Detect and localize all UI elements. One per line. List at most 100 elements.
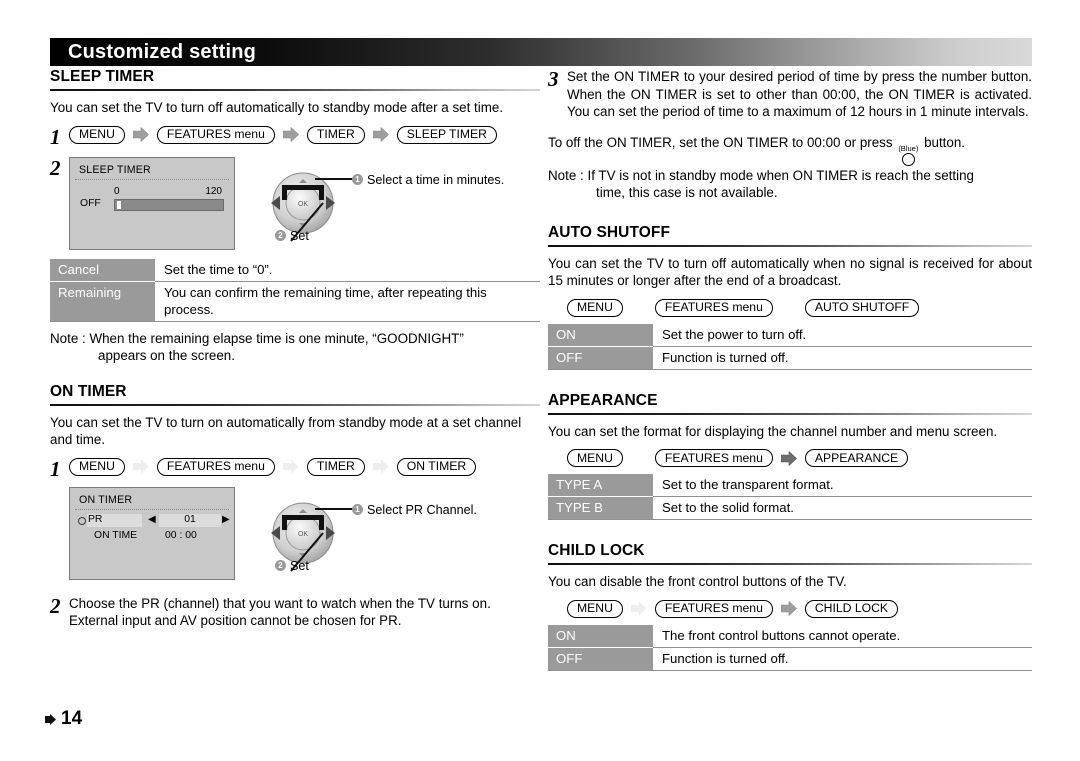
button-menu[interactable]: MENU — [567, 298, 623, 317]
button-features-menu[interactable]: FEATURES menu — [654, 298, 773, 317]
button-features-menu[interactable]: FEATURES menu — [156, 125, 275, 144]
circle-icon — [901, 152, 915, 166]
button-menu[interactable]: MENU — [69, 457, 125, 476]
osd-on-time-value[interactable]: 00 : 00 — [165, 530, 197, 541]
on-timer-intro: You can set the TV to turn on automatica… — [50, 414, 522, 448]
osd-sleep-timer: SLEEP TIMER 0 120 OFF — [69, 156, 235, 250]
callout-text: Select a time in minutes. — [367, 172, 505, 187]
off-instruction-text: To off the ON TIMER, set the ON TIMER to… — [548, 134, 893, 150]
callout-bullet-1: 1 — [352, 504, 363, 515]
manual-page: Customized setting SLEEP TIMER You can s… — [0, 0, 1080, 761]
step-3-text: Set the ON TIMER to your desired period … — [567, 69, 1032, 119]
table-row: Remaining You can confirm the remaining … — [50, 281, 540, 322]
osd-slider-knob[interactable] — [117, 200, 121, 209]
option-key: OFF — [548, 346, 653, 370]
table-row: OFF Function is turned off. — [548, 647, 1032, 671]
sleep-timer-note: Note : When the remaining elapse time is… — [50, 330, 540, 365]
on-timer-step-1: 1 MENU FEATURES menu TIMER ON TIMER — [50, 456, 540, 481]
child-lock-intro: You can disable the front control button… — [548, 574, 847, 589]
right-arrow-icon[interactable]: ▶ — [222, 514, 230, 525]
osd-slider-track[interactable] — [114, 198, 224, 211]
right-arrow-icon — [372, 127, 389, 142]
step-number: 2 — [50, 593, 61, 618]
section-rule — [50, 89, 540, 91]
button-appearance[interactable]: APPEARANCE — [804, 449, 909, 467]
callout-bullet-2: 2 — [275, 560, 286, 571]
table-row: Cancel Set the time to “0”. — [50, 258, 540, 282]
right-arrow-icon — [372, 459, 389, 474]
osd-off-label: OFF — [80, 197, 101, 209]
page-banner: Customized setting — [50, 38, 1032, 66]
option-key: TYPE A — [548, 474, 653, 497]
callout-text: Set — [290, 558, 309, 573]
right-arrow-icon — [630, 601, 647, 616]
section-rule — [50, 403, 540, 406]
left-arrow-icon[interactable]: ◀ — [148, 514, 156, 525]
section-rule — [548, 563, 1032, 565]
button-features-menu[interactable]: FEATURES menu — [156, 457, 275, 476]
button-timer[interactable]: TIMER — [306, 457, 365, 476]
right-arrow-icon — [45, 713, 56, 725]
button-features-menu[interactable]: FEATURES menu — [654, 599, 773, 618]
button-sleep-timer[interactable]: SLEEP TIMER — [396, 125, 497, 144]
step-number: 2 — [50, 155, 61, 180]
right-arrow-icon — [282, 459, 299, 474]
right-column: 3 Set the ON TIMER to your desired perio… — [548, 68, 1032, 671]
step-number-spacer — [50, 487, 69, 488]
osd-title: SLEEP TIMER — [79, 163, 151, 176]
option-value: Set the power to turn off. — [653, 323, 1032, 347]
step-number: 1 — [50, 456, 61, 481]
right-arrow-icon — [132, 127, 149, 142]
step-number: 3 — [548, 67, 559, 91]
osd-scale-min: 0 — [114, 185, 120, 197]
table-row: TYPE A Set to the transparent format. — [548, 474, 1032, 497]
callout-set: 2 Set — [275, 559, 309, 573]
option-key: Cancel — [50, 258, 155, 282]
option-key: ON — [548, 323, 653, 347]
button-child-lock[interactable]: CHILD LOCK — [804, 599, 899, 618]
callout-select-pr: 1 Select PR Channel. — [352, 503, 477, 517]
osd-divider — [75, 178, 229, 180]
option-key: TYPE B — [548, 496, 653, 520]
callout-bullet-1: 1 — [352, 174, 363, 185]
osd-divider — [75, 508, 229, 510]
button-auto-shutoff[interactable]: AUTO SHUTOFF — [804, 298, 920, 317]
button-menu[interactable]: MENU — [567, 449, 623, 467]
sleep-timer-step-1: 1 MENU FEATURES menu TIMER SLEEP TIMER — [50, 124, 540, 149]
right-arrow-icon — [780, 601, 797, 616]
right-arrow-icon — [282, 127, 299, 142]
section-heading-on-timer: ON TIMER — [50, 382, 127, 400]
auto-shutoff-options-table: ON Set the power to turn off. OFF Functi… — [548, 323, 1032, 370]
osd-radio-icon[interactable] — [78, 516, 86, 525]
page-title: Customized setting — [68, 41, 257, 63]
osd-on-timer: ON TIMER PR ◀ 01 ▶ ON TIME 00 : 00 — [69, 486, 235, 580]
option-value: Set to the transparent format. — [653, 474, 1032, 497]
option-value: Set the time to “0”. — [155, 258, 540, 282]
auto-shutoff-intro: You can set the TV to turn off automatic… — [548, 255, 1032, 289]
note-line-2: time, this case is not available. — [596, 185, 778, 200]
table-row: OFF Function is turned off. — [548, 346, 1032, 370]
on-timer-button-sequence: MENU FEATURES menu TIMER ON TIMER — [69, 457, 540, 476]
button-on-timer[interactable]: ON TIMER — [396, 457, 477, 476]
button-features-menu[interactable]: FEATURES menu — [654, 449, 773, 467]
section-heading-child-lock: CHILD LOCK — [548, 542, 645, 559]
osd-scale-max: 120 — [205, 185, 222, 197]
button-timer[interactable]: TIMER — [306, 125, 365, 144]
on-timer-step-3: 3 Set the ON TIMER to your desired perio… — [548, 68, 1032, 121]
child-lock-button-sequence: MENU FEATURES menu CHILD LOCK — [548, 599, 1032, 618]
on-timer-note: Note : If TV is not in standby mode when… — [548, 167, 1032, 202]
button-menu[interactable]: MENU — [69, 125, 125, 144]
on-timer-osd-row: ON TIMER PR ◀ 01 ▶ ON TIME 00 : 00 OK 1 … — [50, 486, 540, 582]
on-timer-off-instruction: To off the ON TIMER, set the ON TIMER to… — [548, 134, 1032, 166]
section-heading-sleep-timer: SLEEP TIMER — [50, 68, 155, 85]
osd-pr-value[interactable]: 01 — [159, 513, 221, 527]
on-timer-step-2: 2 Choose the PR (channel) that you want … — [50, 595, 540, 630]
table-row: ON The front control buttons cannot oper… — [548, 624, 1032, 648]
sleep-timer-button-sequence: MENU FEATURES menu TIMER SLEEP TIMER — [69, 125, 540, 144]
callout-text: Set — [290, 228, 309, 243]
section-rule — [548, 244, 1032, 247]
button-menu[interactable]: MENU — [567, 599, 623, 618]
blue-button-icon[interactable]: (Blue) — [898, 144, 918, 166]
table-row: TYPE B Set to the solid format. — [548, 496, 1032, 520]
step-number: 1 — [50, 124, 61, 149]
